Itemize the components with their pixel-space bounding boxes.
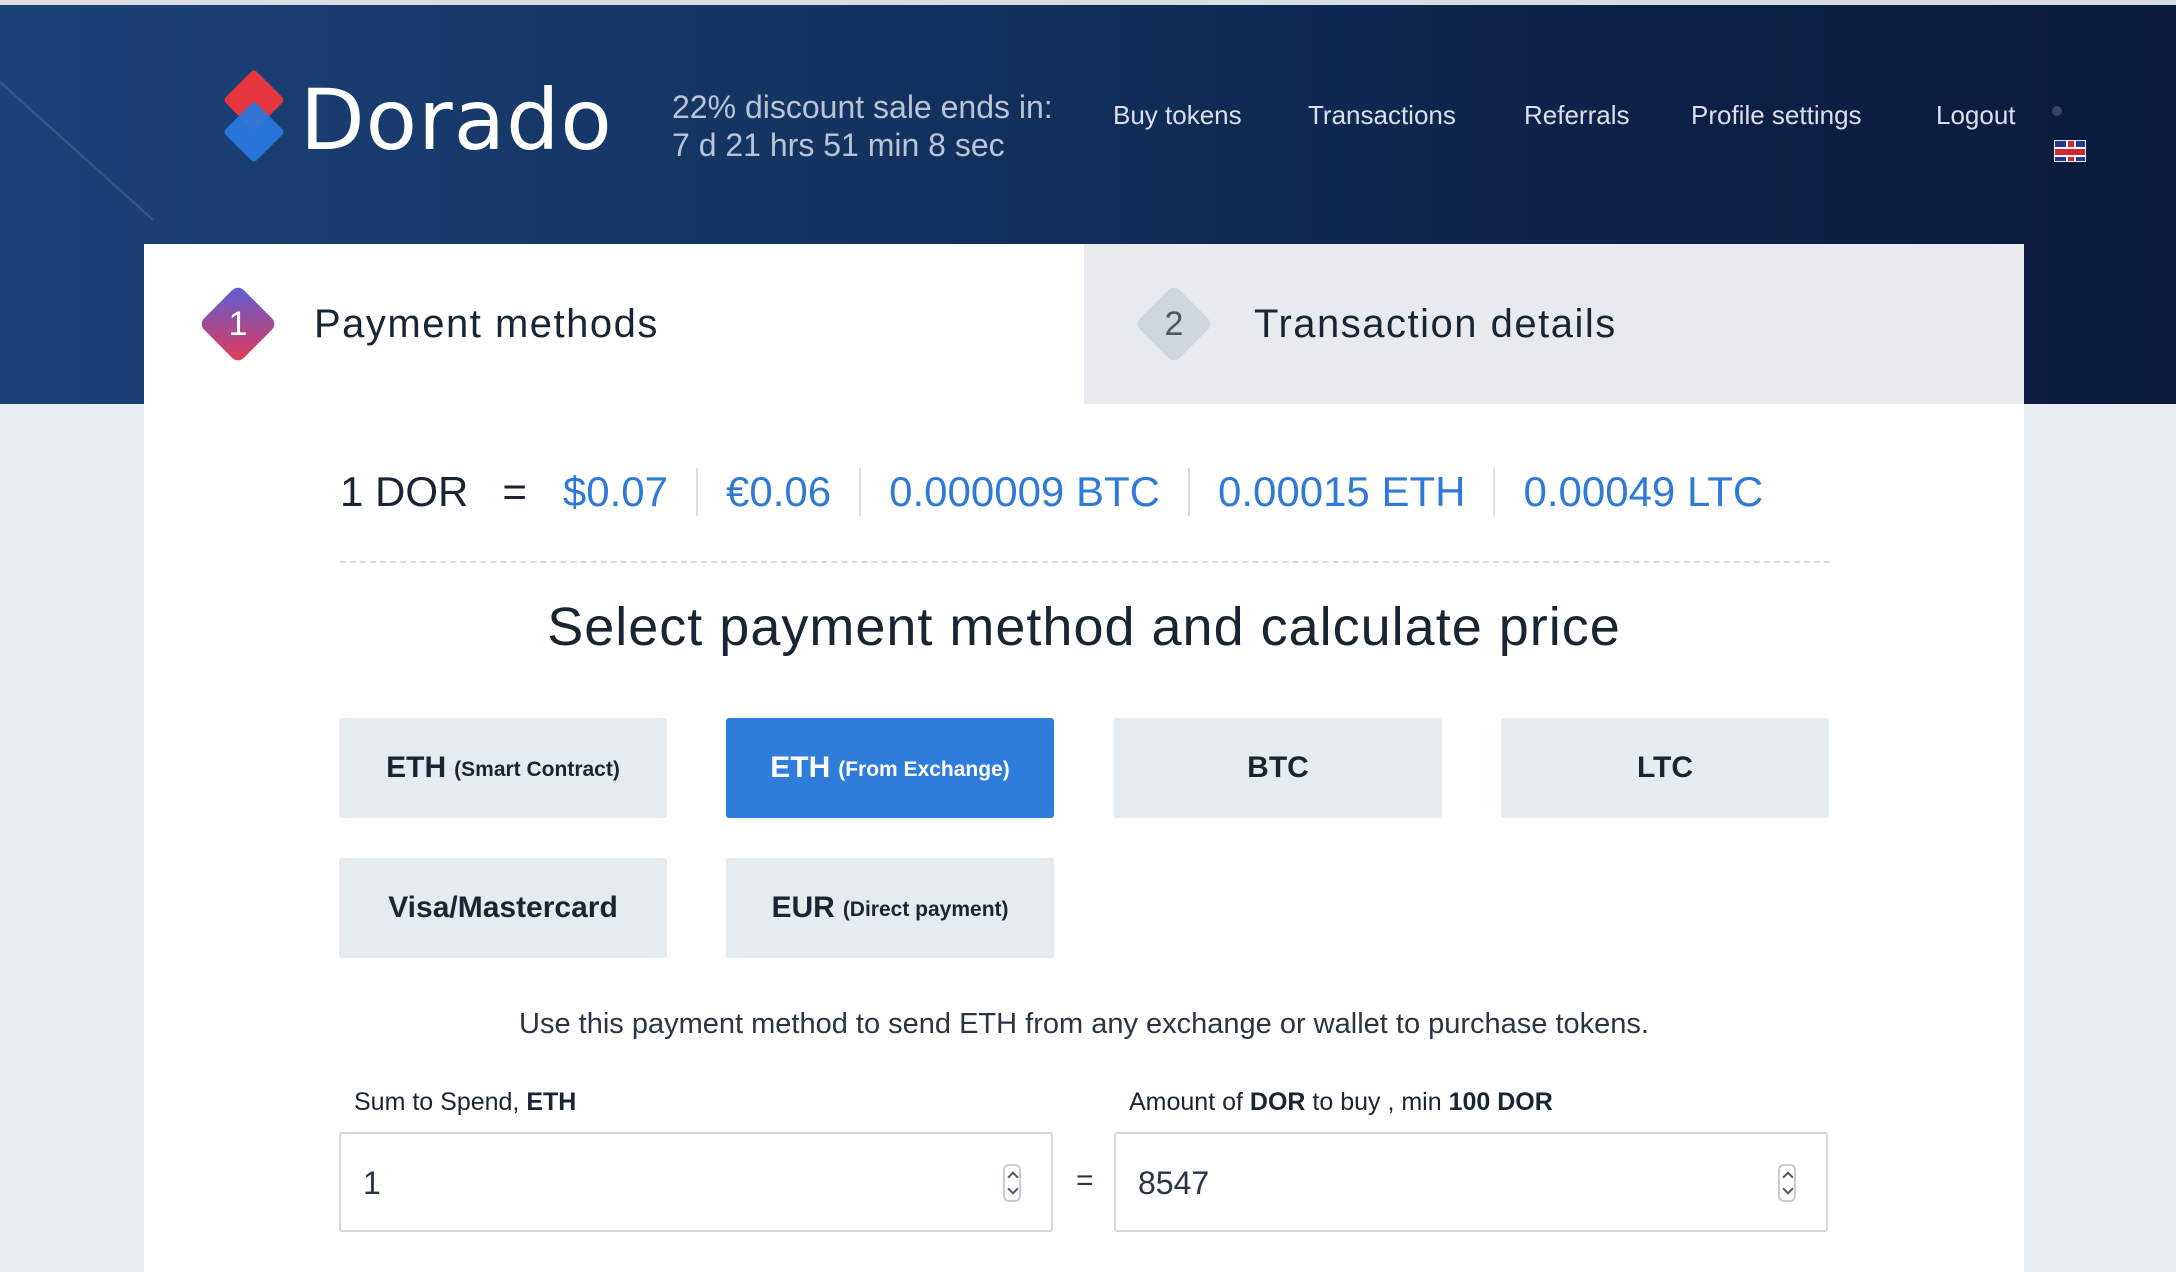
spend-input[interactable] xyxy=(363,1158,963,1208)
exchange-rates: 1 DOR = $0.07 €0.06 0.000009 BTC 0.00015… xyxy=(340,462,1791,522)
spend-label: Sum to Spend, ETH xyxy=(354,1088,576,1117)
spin-stepper-icon[interactable] xyxy=(1003,1164,1021,1202)
nav-profile-settings[interactable]: Profile settings xyxy=(1691,100,1862,131)
amount-input[interactable] xyxy=(1138,1158,1738,1208)
sale-timer: 7 d 21 hrs 51 min 8 sec xyxy=(672,127,1005,163)
pm-ltc[interactable]: LTC xyxy=(1501,718,1829,818)
divider xyxy=(340,561,1830,563)
amount-label: Amount of DOR to buy , min 100 DOR xyxy=(1129,1088,1553,1117)
nav-transactions[interactable]: Transactions xyxy=(1308,100,1456,131)
spend-label-text: Sum to Spend, xyxy=(354,1088,527,1116)
logo[interactable]: Dorado xyxy=(222,68,622,170)
payment-method-hint: Use this payment method to send ETH from… xyxy=(519,1008,1649,1040)
nav-buy-tokens[interactable]: Buy tokens xyxy=(1113,100,1242,131)
pm-sub-label: (Direct payment) xyxy=(842,898,1009,921)
sale-title: 22% discount sale ends in: xyxy=(672,89,1053,125)
amount-label-min: 100 DOR xyxy=(1448,1088,1553,1116)
tab-label: Transaction details xyxy=(1254,302,1617,346)
amount-label-token: DOR xyxy=(1249,1088,1306,1116)
section-heading: Select payment method and calculate pric… xyxy=(547,597,1621,657)
pm-main-label: Visa/Mastercard xyxy=(388,891,618,924)
rate-eur: €0.06 xyxy=(696,468,859,516)
amount-label-middle: to buy , min xyxy=(1305,1088,1449,1116)
pm-main-label: LTC xyxy=(1636,751,1694,784)
amount-field[interactable] xyxy=(1114,1132,1828,1232)
spend-label-currency: ETH xyxy=(526,1088,577,1116)
header-decoration xyxy=(0,45,154,221)
pm-visa-mastercard[interactable]: Visa/Mastercard xyxy=(339,858,667,958)
rate-btc: 0.000009 BTC xyxy=(859,468,1188,516)
pm-eth-from-exchange[interactable]: ETH (From Exchange) xyxy=(726,718,1054,818)
tab-payment-methods[interactable]: 1 Payment methods xyxy=(144,244,1084,404)
step-number: 2 xyxy=(1164,305,1184,343)
pm-sub-label: (From Exchange) xyxy=(838,758,1010,781)
rate-usd: $0.07 xyxy=(562,468,668,515)
step-number: 1 xyxy=(228,305,248,343)
pm-btc[interactable]: BTC xyxy=(1114,718,1442,818)
tab-transaction-details[interactable]: 2 Transaction details xyxy=(1084,244,2024,404)
spend-field[interactable] xyxy=(339,1132,1053,1232)
pm-main-label: ETH xyxy=(386,751,447,784)
rate-ltc: 0.00049 LTC xyxy=(1493,468,1791,516)
nav-logout[interactable]: Logout xyxy=(1936,100,2016,131)
logo-text: Dorado xyxy=(300,71,613,169)
rate-equals: = xyxy=(502,468,527,515)
spin-stepper-icon[interactable] xyxy=(1778,1164,1796,1202)
amount-label-text: Amount of xyxy=(1129,1088,1250,1116)
pm-main-label: EUR xyxy=(771,891,835,924)
uk-flag-icon[interactable] xyxy=(2054,140,2086,162)
pm-main-label: BTC xyxy=(1247,751,1309,784)
pm-main-label: ETH xyxy=(770,751,831,784)
nav-referrals[interactable]: Referrals xyxy=(1524,100,1629,131)
dorado-logo-icon xyxy=(222,68,288,170)
language-indicator-dot xyxy=(2052,106,2062,116)
rate-base: 1 DOR xyxy=(340,468,469,515)
pm-eth-smart-contract[interactable]: ETH (Smart Contract) xyxy=(339,718,667,818)
rate-eth: 0.00015 ETH xyxy=(1187,468,1494,516)
pm-eur-direct[interactable]: EUR (Direct payment) xyxy=(726,858,1054,958)
tab-label: Payment methods xyxy=(314,302,659,346)
pm-sub-label: (Smart Contract) xyxy=(454,758,620,781)
sale-countdown: 22% discount sale ends in: 7 d 21 hrs 51… xyxy=(672,88,1053,164)
equals-sign: = xyxy=(1076,1164,1094,1197)
